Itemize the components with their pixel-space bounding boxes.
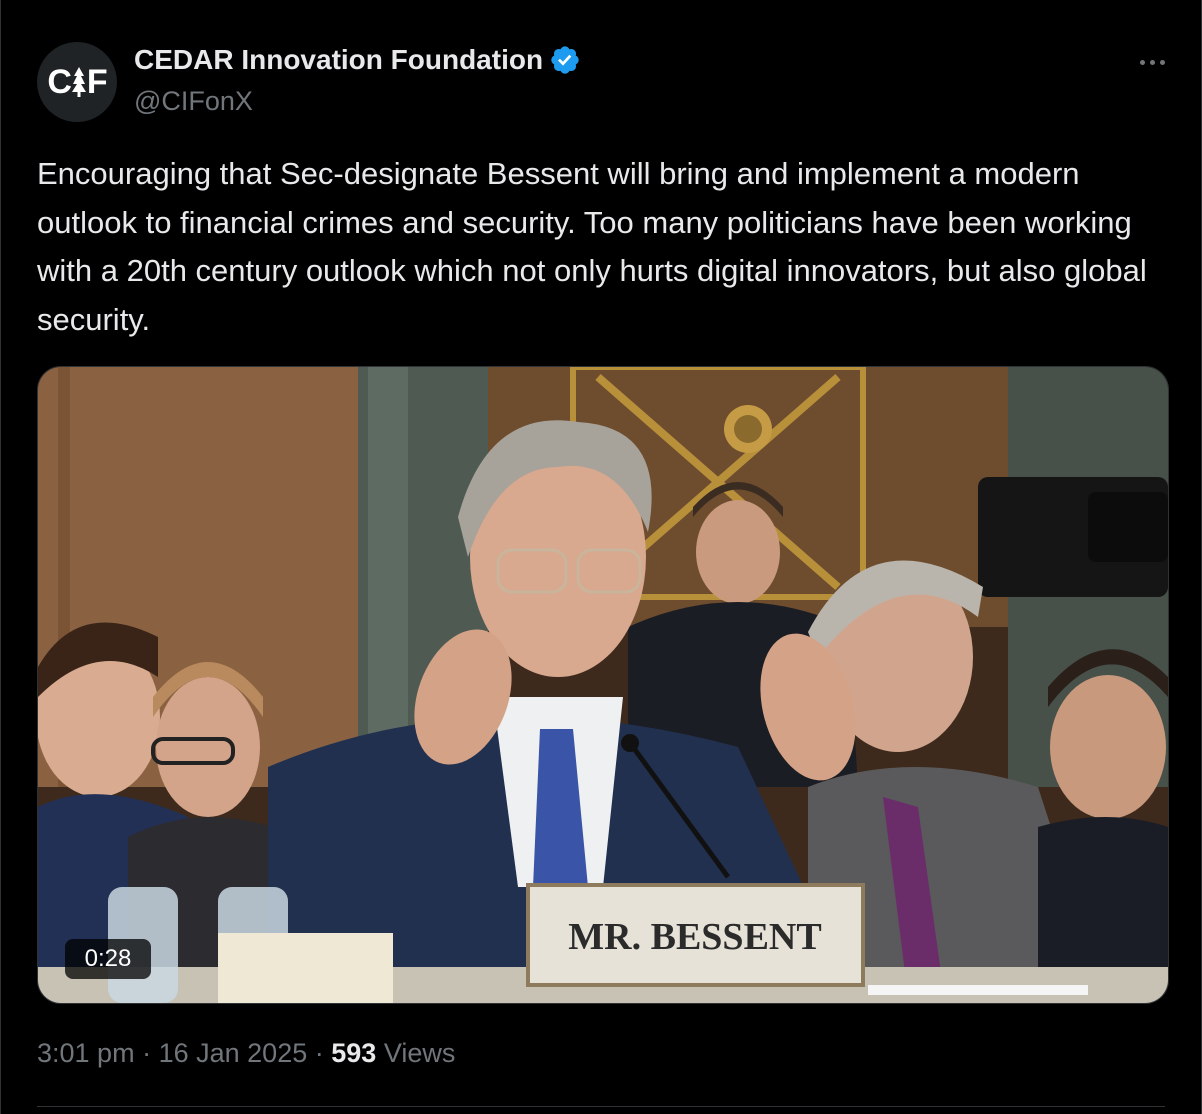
tweet-time[interactable]: 3:01 pm: [37, 1038, 135, 1068]
left-border: [0, 0, 1, 1114]
views-count[interactable]: 593: [331, 1038, 376, 1068]
more-horizontal-icon: [1139, 59, 1145, 65]
meta-separator: ·: [142, 1038, 152, 1068]
video-duration-badge: 0:28: [65, 939, 151, 979]
user-handle[interactable]: @CIFonX: [134, 86, 253, 117]
video-player[interactable]: MR. BESSENT 0:28: [37, 366, 1169, 1004]
video-thumbnail: MR. BESSENT: [38, 367, 1168, 1003]
avatar-logo-f: F: [86, 62, 108, 101]
more-options-button[interactable]: [1132, 48, 1172, 76]
avatar-logo-c: C: [47, 62, 72, 101]
nameplate-text: MR. BESSENT: [568, 916, 821, 958]
avatar-logo: C F: [47, 62, 108, 102]
meta-separator: ·: [314, 1038, 324, 1068]
avatar[interactable]: C F: [37, 42, 117, 122]
verified-badge-icon: [551, 46, 579, 74]
views-label: Views: [383, 1038, 456, 1068]
tree-icon: [71, 67, 86, 97]
bottom-divider: [37, 1106, 1165, 1107]
display-name-text[interactable]: CEDAR Innovation Foundation: [134, 44, 543, 76]
tweet-date[interactable]: 16 Jan 2025: [159, 1038, 308, 1068]
tweet-text: Encouraging that Sec-designate Bessent w…: [37, 156, 1147, 337]
display-name[interactable]: CEDAR Innovation Foundation: [134, 44, 581, 76]
tweet-meta: 3:01 pm · 16 Jan 2025 · 593 Views: [37, 1038, 455, 1069]
